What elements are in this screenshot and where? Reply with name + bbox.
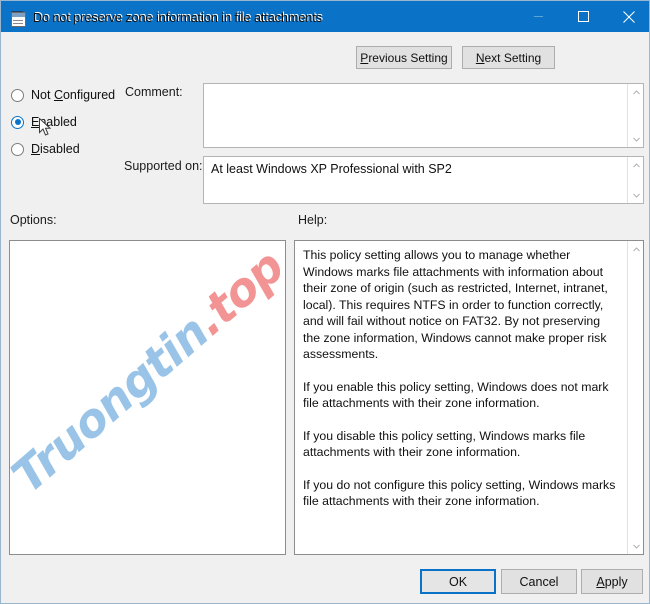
next-setting-button[interactable]: Next Setting bbox=[462, 46, 555, 69]
help-label: Help: bbox=[298, 213, 328, 227]
supported-on-value: At least Windows XP Professional with SP… bbox=[211, 162, 452, 176]
scroll-down-icon[interactable] bbox=[628, 187, 644, 203]
apply-accel: A bbox=[596, 574, 605, 589]
radio-mark-enabled bbox=[11, 115, 24, 129]
comment-label: Comment: bbox=[125, 85, 183, 99]
policy-name-label: Do not preserve zone information in file… bbox=[33, 11, 323, 25]
apply-label-rest: pply bbox=[604, 574, 628, 589]
previous-accel: P bbox=[360, 50, 369, 65]
help-paragraph: If you do not configure this policy sett… bbox=[303, 477, 616, 509]
radio-label-enabled: Enabled bbox=[31, 115, 77, 129]
radio-enabled[interactable]: Enabled bbox=[11, 113, 77, 131]
apply-button[interactable]: Apply bbox=[581, 569, 643, 594]
cancel-button[interactable]: Cancel bbox=[501, 569, 577, 594]
maximize-icon[interactable] bbox=[561, 1, 606, 32]
scroll-down-icon[interactable] bbox=[628, 131, 644, 147]
minimize-icon[interactable] bbox=[516, 1, 561, 32]
next-accel: N bbox=[475, 50, 485, 65]
radio-disabled[interactable]: Disabled bbox=[11, 140, 80, 158]
comment-input[interactable] bbox=[203, 83, 644, 148]
supported-scrollbar[interactable] bbox=[627, 157, 643, 203]
close-icon[interactable] bbox=[606, 1, 649, 32]
policy-setting-icon bbox=[11, 12, 27, 28]
radio-mark-disabled bbox=[11, 142, 24, 156]
radio-not-configured[interactable]: Not Configured bbox=[11, 86, 115, 104]
help-paragraph: If you enable this policy setting, Windo… bbox=[303, 379, 609, 411]
radio-label-disabled: Disabled bbox=[31, 142, 80, 156]
next-label-rest: ext Setting bbox=[484, 50, 542, 65]
scroll-down-icon[interactable] bbox=[628, 538, 643, 554]
options-panel[interactable] bbox=[9, 240, 286, 555]
help-scrollbar[interactable] bbox=[627, 241, 643, 554]
supported-on-label: Supported on: bbox=[124, 159, 203, 173]
help-text: This policy setting allows you to manage… bbox=[303, 247, 618, 510]
policy-setting-dialog: Do not preserve zone information in file… bbox=[0, 0, 650, 604]
scroll-up-icon[interactable] bbox=[628, 157, 644, 173]
help-panel[interactable]: This policy setting allows you to manage… bbox=[294, 240, 644, 555]
comment-scrollbar[interactable] bbox=[627, 84, 643, 147]
ok-button[interactable]: OK bbox=[420, 569, 496, 594]
radio-mark-not-configured bbox=[11, 88, 24, 102]
help-paragraph: This policy setting allows you to manage… bbox=[303, 248, 608, 361]
supported-on-field[interactable]: At least Windows XP Professional with SP… bbox=[203, 156, 644, 204]
help-paragraph: If you disable this policy setting, Wind… bbox=[303, 428, 586, 460]
previous-setting-button[interactable]: Previous Setting bbox=[356, 46, 452, 69]
radio-label-not-configured: Not Configured bbox=[31, 88, 116, 102]
scroll-up-icon[interactable] bbox=[628, 241, 643, 257]
previous-label-rest: revious Setting bbox=[368, 50, 448, 65]
options-label: Options: bbox=[10, 213, 57, 227]
scroll-up-icon[interactable] bbox=[628, 84, 644, 100]
